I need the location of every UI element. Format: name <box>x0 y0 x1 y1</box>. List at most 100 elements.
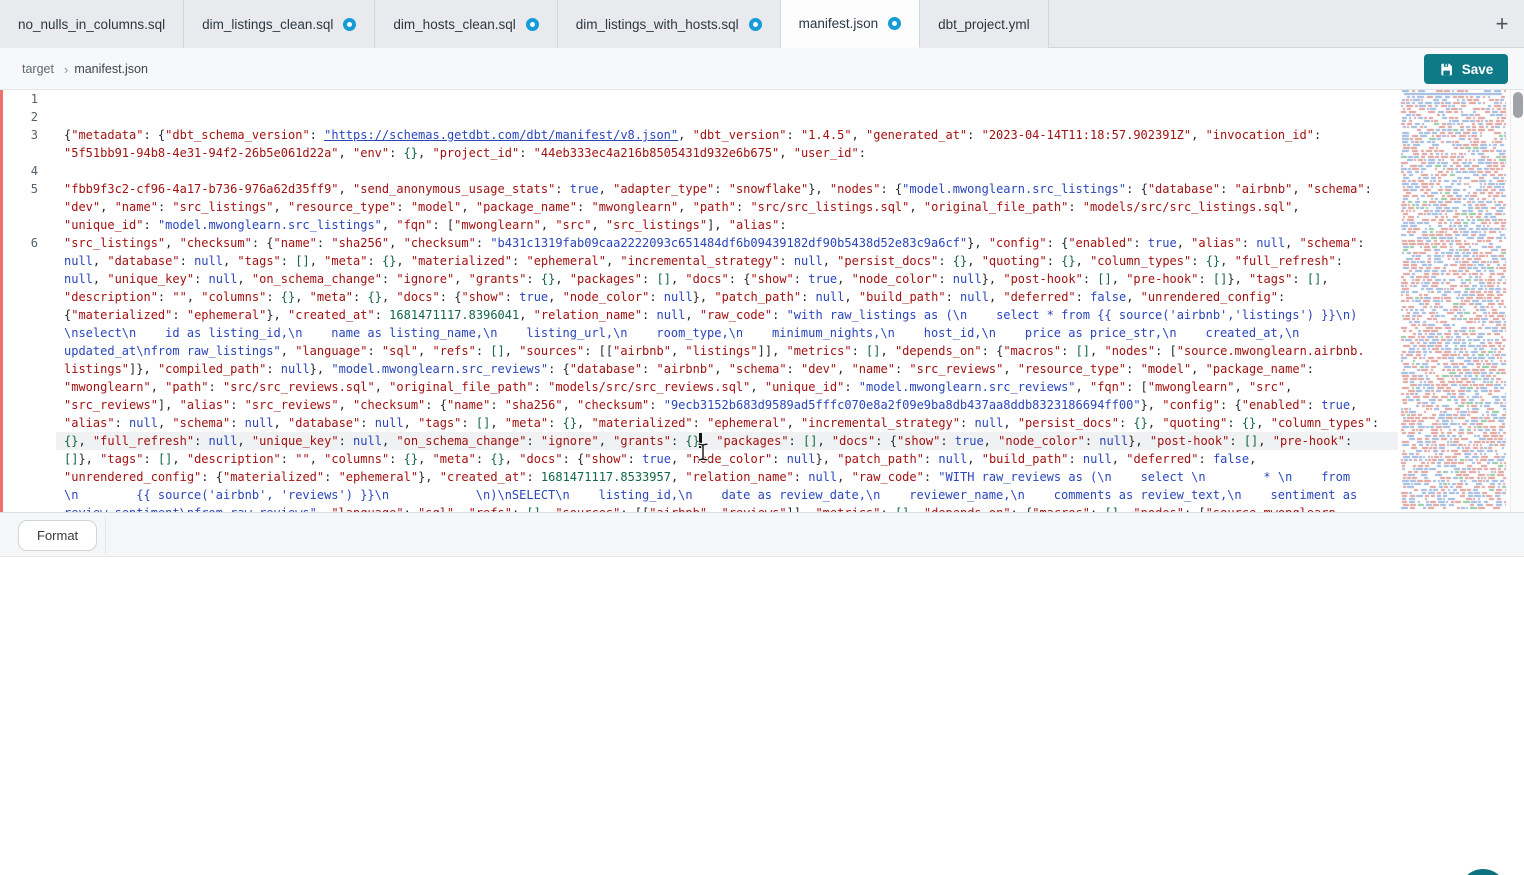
tab-dim_hosts_clean-sql[interactable]: dim_hosts_clean.sql <box>375 0 557 48</box>
new-tab-button[interactable]: + <box>1480 0 1524 48</box>
code-token: : <box>144 452 158 466</box>
code-token: "node_color" <box>685 452 772 466</box>
code-token: , <box>685 308 699 322</box>
code-token: : { <box>252 236 274 250</box>
code-row[interactable]: "5f51bb91-94b8-4e31-94f2-26b5e061d22a", … <box>56 144 1398 162</box>
code-token: , <box>837 470 851 484</box>
code-token: "schema" <box>172 416 230 430</box>
code-token: , <box>454 272 468 286</box>
code-token: "column_types" <box>1090 254 1191 268</box>
code-token: [] <box>1213 272 1227 286</box>
code-editor[interactable]: 123456 {"metadata": {"dbt_schema_version… <box>0 90 1524 512</box>
code-token: "build_path" <box>982 452 1069 466</box>
code-token: "WITH raw_reviews as (\n select \n * \n … <box>938 470 1350 484</box>
code-token: "raw_code" <box>700 308 772 322</box>
code-token: "send_anonymous_usage_stats" <box>353 182 555 196</box>
code-token: , <box>418 146 432 160</box>
code-token: "database" <box>1148 182 1220 196</box>
code-row[interactable]: "description": "", "columns": {}, "meta"… <box>56 288 1398 306</box>
code-token: : <box>534 380 548 394</box>
code-token: , <box>519 308 533 322</box>
minimap[interactable] <box>1400 90 1510 512</box>
code-token: null <box>657 308 686 322</box>
code-token: , <box>779 146 793 160</box>
code-row[interactable]: updated_at\nfrom raw_listings", "languag… <box>56 342 1398 360</box>
code-area[interactable]: {"metadata": {"dbt_schema_version": "htt… <box>56 90 1398 512</box>
code-row[interactable] <box>56 90 1398 108</box>
code-row[interactable]: "unique_id": "model.mwonglearn.src_listi… <box>56 216 1398 234</box>
code-row[interactable]: \n {{ source('airbnb', 'reviews') }}\n \… <box>56 486 1398 504</box>
code-row[interactable] <box>56 162 1398 180</box>
code-token: {} <box>490 452 504 466</box>
code-token: {} <box>685 434 699 448</box>
code-token: }, <box>78 452 100 466</box>
code-token: , <box>750 380 764 394</box>
code-token: : { <box>425 398 447 412</box>
code-token: : <box>714 182 728 196</box>
code-row[interactable]: null, "database": null, "tags": [], "met… <box>56 252 1398 270</box>
code-token: : <box>628 452 642 466</box>
tab-no_nulls_in_columns-sql[interactable]: no_nulls_in_columns.sql <box>0 0 184 48</box>
code-token: "schema" <box>729 362 787 376</box>
code-row[interactable]: "alias": null, "schema": null, "database… <box>56 414 1398 432</box>
tab-dim_listings_with_hosts-sql[interactable]: dim_listings_with_hosts.sql <box>558 0 781 48</box>
code-row[interactable]: "mwonglearn", "path": "src/src_reviews.s… <box>56 378 1398 396</box>
code-token: "unique_key" <box>107 272 194 286</box>
code-token: : <box>1061 344 1075 358</box>
format-button[interactable]: Format <box>18 520 97 551</box>
tab-dim_listings_clean-sql[interactable]: dim_listings_clean.sql <box>184 0 375 48</box>
code-token: null <box>64 272 93 286</box>
vertical-scrollbar[interactable] <box>1510 90 1524 512</box>
code-token: : <box>519 146 533 160</box>
code-token: "show" <box>897 434 940 448</box>
code-token: : <box>895 362 909 376</box>
code-token: }, <box>967 236 989 250</box>
code-token: : <box>526 272 540 286</box>
tab-manifest-json[interactable]: manifest.json <box>781 0 921 48</box>
code-row[interactable]: "src_listings", "checksum": {"name": "sh… <box>56 234 1398 252</box>
code-token: , <box>1177 236 1191 250</box>
code-token: : <box>938 254 952 268</box>
code-token: "9ecb3152b683d9589ad5fffc070e8a2f09e9ba8… <box>664 398 1141 412</box>
code-token: : [ <box>432 218 454 232</box>
code-token: : <box>555 182 569 196</box>
code-token: : <box>1199 452 1213 466</box>
line-number: 4 <box>0 162 44 180</box>
code-token: , <box>1258 434 1272 448</box>
breadcrumb-file[interactable]: manifest.json <box>74 62 148 76</box>
code-token: : <box>490 398 504 412</box>
save-button[interactable]: Save <box>1424 54 1508 84</box>
code-token: "on_schema_change" <box>252 272 382 286</box>
code-row[interactable]: "src_reviews"], "alias": "src_reviews", … <box>56 396 1398 414</box>
tab-dbt_project-yml[interactable]: dbt_project.yml <box>920 0 1049 48</box>
line-number: 1 <box>0 90 44 108</box>
code-token: , <box>1112 452 1126 466</box>
code-token: : <box>642 308 656 322</box>
code-row[interactable]: {"metadata": {"dbt_schema_version": "htt… <box>56 126 1398 144</box>
code-row[interactable]: listings"]}, "compiled_path": null}, "mo… <box>56 360 1398 378</box>
code-token: \nselect\n id as listing_id,\n name as l… <box>64 326 1299 340</box>
code-token: : <box>512 254 526 268</box>
code-row[interactable]: {}, "full_refresh": null, "unique_key": … <box>56 432 1398 450</box>
code-row[interactable]: {"materialized": "ephemeral"}, "created_… <box>56 306 1398 324</box>
code-row[interactable]: "dev", "name": "src_listings", "resource… <box>56 198 1398 216</box>
code-token: , <box>1285 236 1299 250</box>
code-token: , <box>1003 362 1017 376</box>
code-token: }, <box>1141 398 1163 412</box>
tab-label: dbt_project.yml <box>938 17 1030 32</box>
code-row[interactable]: "fbb9f3c2-cf96-4a17-b736-976a62d35ff9", … <box>56 180 1398 198</box>
code-row[interactable] <box>56 108 1398 126</box>
code-token: null <box>1083 452 1112 466</box>
code-token: "with raw_listings as (\n select * from … <box>787 308 1358 322</box>
code-token: "src_reviews" <box>64 398 158 412</box>
code-row[interactable]: []}, "tags": [], "description": "", "col… <box>56 450 1398 468</box>
code-row[interactable]: \nselect\n id as listing_id,\n name as l… <box>56 324 1398 342</box>
breadcrumb-folder[interactable]: target <box>22 62 54 76</box>
code-token: "quoting" <box>982 254 1047 268</box>
code-row[interactable]: review_sentiment\nfrom raw_reviews", "la… <box>56 504 1398 512</box>
code-token: "metadata" <box>71 128 143 142</box>
code-token: "meta" <box>433 452 476 466</box>
code-row[interactable]: null, "unique_key": null, "on_schema_cha… <box>56 270 1398 288</box>
scrollbar-thumb[interactable] <box>1513 92 1523 118</box>
code-row[interactable]: "unrendered_config": {"materialized": "e… <box>56 468 1398 486</box>
